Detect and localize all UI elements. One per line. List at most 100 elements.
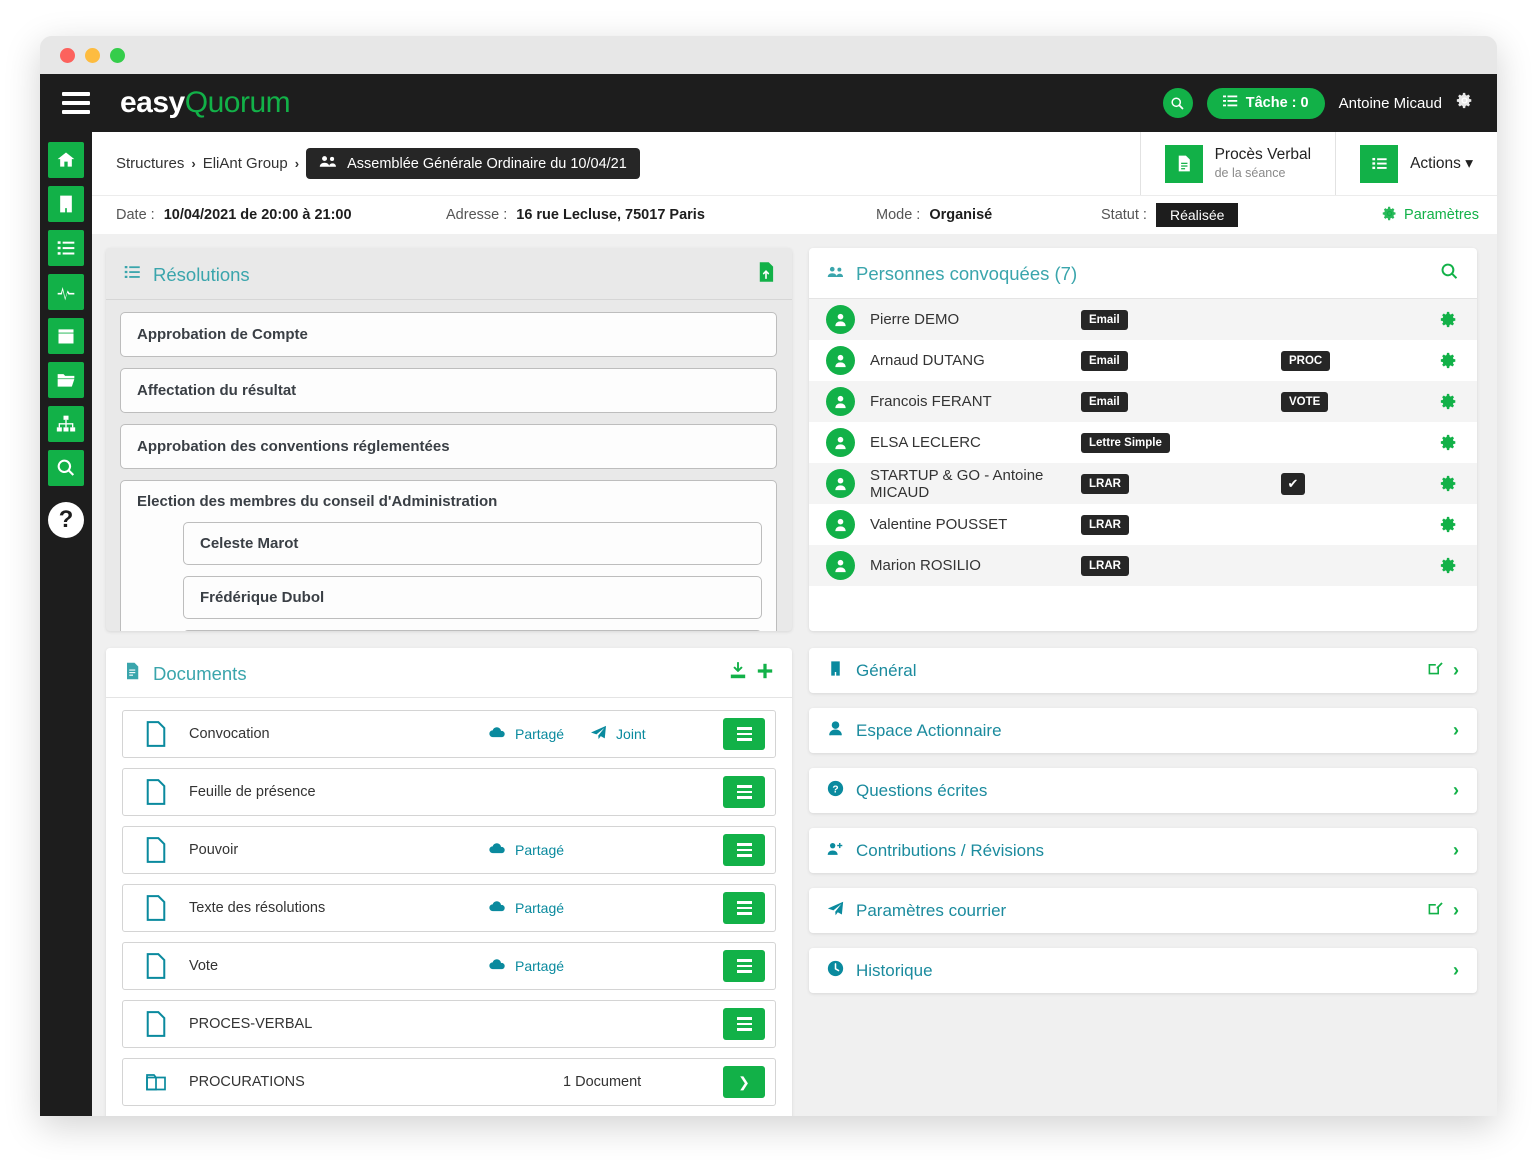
person-tags: Email	[1081, 310, 1457, 330]
folder-open-button[interactable]: ❯	[723, 1066, 765, 1098]
search-icon[interactable]	[1440, 262, 1459, 286]
task-counter-button[interactable]: Tâche : 0	[1207, 88, 1325, 119]
chevron-right-icon[interactable]: ›	[1453, 900, 1459, 921]
proces-verbal-button[interactable]: Procès Verbal de la séance	[1140, 132, 1336, 195]
resolution-candidate[interactable]: Frédérique Dubol	[183, 576, 762, 619]
person-row[interactable]: Francois FERANT Email VOTE	[809, 381, 1477, 422]
document-row[interactable]: Vote Partagé	[122, 942, 776, 990]
person-convocation-cell: LRAR	[1081, 556, 1281, 576]
chevron-right-icon[interactable]: ›	[1453, 720, 1459, 741]
date-info: Date : 10/04/2021 de 20:00 à 21:00	[116, 207, 446, 223]
gear-icon[interactable]	[1421, 516, 1457, 533]
document-name: PROCURATIONS	[189, 1074, 489, 1090]
document-row[interactable]: PROCES-VERBAL	[122, 1000, 776, 1048]
avatar	[826, 510, 855, 539]
resolution-candidate[interactable]: Celeste Marot	[183, 522, 762, 565]
person-row[interactable]: Pierre DEMO Email	[809, 299, 1477, 340]
minimize-window-button[interactable]	[85, 48, 100, 63]
shared-label: Partagé	[515, 726, 564, 742]
sitemap-icon[interactable]	[48, 406, 84, 442]
panel-parametres-courrier[interactable]: Paramètres courrier ›	[809, 888, 1477, 933]
document-menu-button[interactable]	[723, 950, 765, 982]
document-menu-button[interactable]	[723, 1008, 765, 1040]
person-row[interactable]: STARTUP & GO - Antoine MICAUD LRAR ✔	[809, 463, 1477, 504]
edit-icon[interactable]	[1427, 660, 1443, 681]
file-text-icon	[124, 662, 142, 685]
folder-open-icon[interactable]	[48, 362, 84, 398]
breadcrumb-item-structures[interactable]: Structures	[116, 155, 184, 172]
mode-label: Mode :	[876, 207, 920, 223]
edit-icon[interactable]	[1427, 900, 1443, 921]
building-icon	[827, 660, 844, 682]
maximize-window-button[interactable]	[110, 48, 125, 63]
document-row[interactable]: PROCURATIONS 1 Document ❯	[122, 1058, 776, 1106]
chevron-right-icon[interactable]: ›	[1453, 660, 1459, 681]
close-window-button[interactable]	[60, 48, 75, 63]
gear-icon[interactable]	[1421, 311, 1457, 328]
document-menu-button[interactable]	[723, 892, 765, 924]
list-icon[interactable]	[48, 230, 84, 266]
resolutions-list: Approbation de Compte Affectation du rés…	[106, 300, 792, 631]
plus-icon[interactable]	[756, 662, 774, 685]
shared-label: Partagé	[515, 958, 564, 974]
panel-historique[interactable]: Historique ›	[809, 948, 1477, 993]
document-row[interactable]: Convocation Partagé Joint	[122, 710, 776, 758]
paper-plane-icon	[827, 900, 844, 922]
person-row[interactable]: Marion ROSILIO LRAR	[809, 545, 1477, 586]
download-icon[interactable]	[729, 662, 747, 685]
pulse-icon[interactable]	[48, 274, 84, 310]
avatar	[826, 346, 855, 375]
panel-questions-ecrites[interactable]: ? Questions écrites ›	[809, 768, 1477, 813]
panel-title-group: Historique	[827, 960, 933, 982]
presence-check-icon[interactable]: ✔	[1281, 473, 1305, 495]
calendar-icon[interactable]	[48, 318, 84, 354]
breadcrumb-bar: Structures › EliAnt Group › Assemblée Gé…	[92, 132, 1497, 195]
person-row[interactable]: ELSA LECLERC Lettre Simple	[809, 422, 1477, 463]
panel-espace-actionnaire[interactable]: Espace Actionnaire ›	[809, 708, 1477, 753]
resolution-candidate[interactable]: Antone Micaud	[183, 630, 762, 631]
document-row[interactable]: Pouvoir Partagé	[122, 826, 776, 874]
building-icon[interactable]	[48, 186, 84, 222]
gear-icon[interactable]	[1421, 434, 1457, 451]
chevron-right-icon[interactable]: ›	[1453, 840, 1459, 861]
shared-status: Partagé	[489, 899, 564, 917]
parametres-link[interactable]: Paramètres	[1382, 206, 1479, 225]
document-menu-button[interactable]	[723, 776, 765, 808]
chevron-right-icon[interactable]: ›	[1453, 780, 1459, 801]
app-logo[interactable]: easyQuorum	[120, 86, 290, 120]
gear-icon[interactable]	[1456, 92, 1473, 114]
home-icon[interactable]	[48, 142, 84, 178]
gear-icon[interactable]	[1421, 393, 1457, 410]
documents-header: Documents	[106, 648, 792, 698]
breadcrumb-current[interactable]: Assemblée Générale Ordinaire du 10/04/21	[306, 148, 640, 179]
hamburger-icon[interactable]	[62, 92, 90, 114]
resolution-group-title[interactable]: Election des membres du conseil d'Admini…	[135, 493, 762, 510]
gear-icon[interactable]	[1421, 475, 1457, 492]
person-row[interactable]: Valentine POUSSET LRAR	[809, 504, 1477, 545]
breadcrumb-item-eliant-group[interactable]: EliAnt Group	[203, 155, 288, 172]
actions-dropdown-button[interactable]: Actions ▾	[1335, 132, 1497, 195]
panel-label: Historique	[856, 961, 933, 981]
gear-icon[interactable]	[1421, 352, 1457, 369]
question-circle-icon[interactable]: ?	[48, 502, 84, 538]
person-row[interactable]: Arnaud DUTANG Email PROC	[809, 340, 1477, 381]
document-row[interactable]: Feuille de présence	[122, 768, 776, 816]
user-name-label[interactable]: Antoine Micaud	[1339, 95, 1442, 112]
document-menu-button[interactable]	[723, 718, 765, 750]
resolution-item[interactable]: Affectation du résultat	[120, 368, 777, 413]
search-icon[interactable]	[1163, 88, 1193, 118]
panel-general[interactable]: Général ›	[809, 648, 1477, 693]
panel-contributions-revisions[interactable]: Contributions / Révisions ›	[809, 828, 1477, 873]
browser-window: easyQuorum Tâche : 0 Antoine Micaud	[40, 36, 1497, 1116]
gear-icon[interactable]	[1421, 557, 1457, 574]
resolutions-title: Résolutions	[153, 264, 250, 286]
search-icon[interactable]	[48, 450, 84, 486]
person-tags: LRAR	[1081, 515, 1457, 535]
person-name: ELSA LECLERC	[870, 434, 981, 451]
document-row[interactable]: Texte des résolutions Partagé	[122, 884, 776, 932]
chevron-right-icon[interactable]: ›	[1453, 960, 1459, 981]
resolution-item[interactable]: Approbation de Compte	[120, 312, 777, 357]
resolution-item[interactable]: Approbation des conventions réglementées	[120, 424, 777, 469]
file-upload-icon[interactable]	[758, 262, 774, 287]
document-menu-button[interactable]	[723, 834, 765, 866]
